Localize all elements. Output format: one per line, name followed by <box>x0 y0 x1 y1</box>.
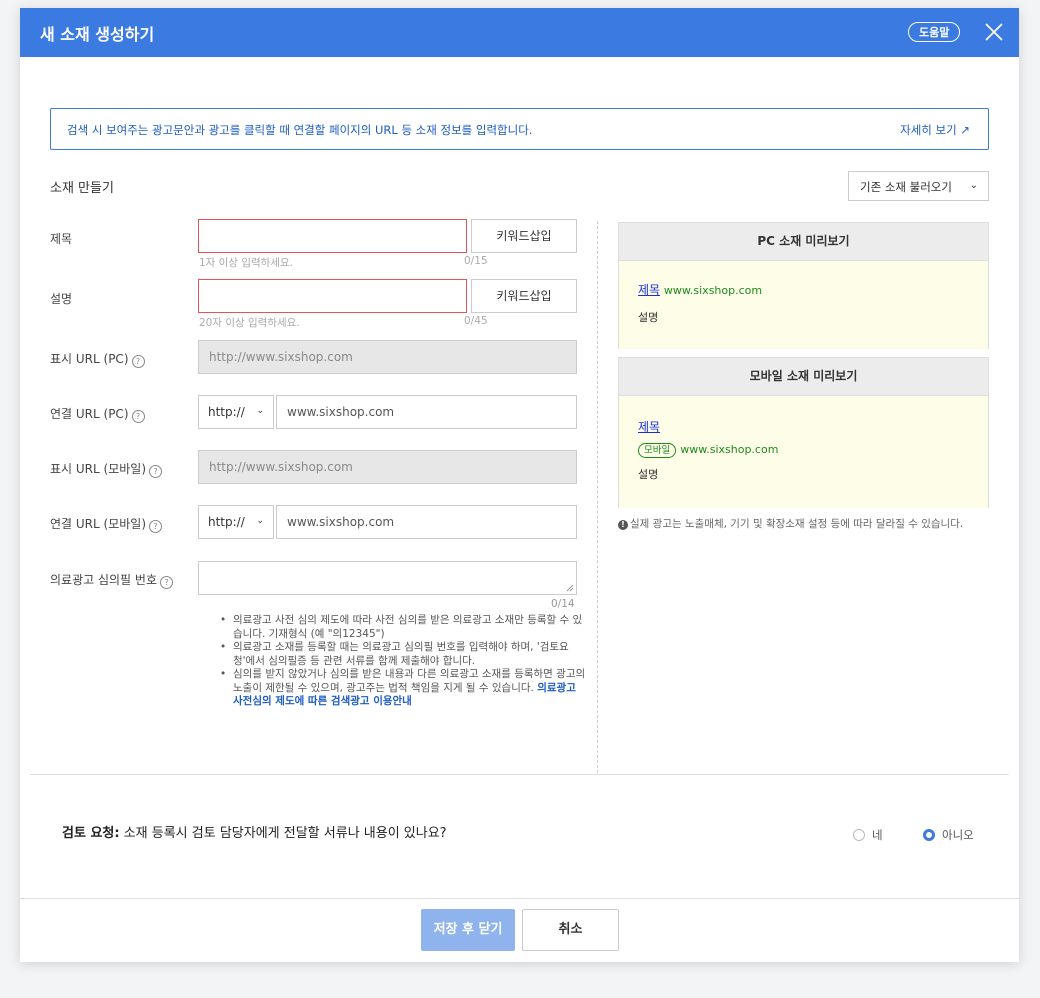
help-circle-icon[interactable]: ? <box>149 520 162 533</box>
description-count: 0/45 <box>464 315 488 327</box>
link-url-pc-protocol-select[interactable]: http:// ⌄ <box>198 395 274 429</box>
mobile-preview-panel: 모바일 소재 미리보기 제목 모바일 www.sixshop.com 설명 <box>618 357 989 508</box>
protocol-value: http:// <box>208 515 245 529</box>
preview-note: ! 실제 광고는 노출매체, 기기 및 확장소재 설정 등에 따라 달라질 수 있… <box>618 517 993 531</box>
link-url-pc-label-text: 연결 URL (PC) <box>50 407 129 421</box>
section-title: 소재 만들기 <box>50 181 114 196</box>
info-banner: 검색 시 보여주는 광고문안과 광고를 클릭할 때 연결할 페이지의 URL 등… <box>50 108 989 150</box>
learn-more-link[interactable]: 자세히 보기 ↗ <box>900 122 970 138</box>
title-label: 제목 <box>50 232 73 246</box>
pc-preview-description: 설명 <box>638 311 659 324</box>
radio-yes[interactable] <box>853 829 865 841</box>
link-url-mobile-protocol-select[interactable]: http:// ⌄ <box>198 505 274 539</box>
footer-divider <box>20 898 1019 899</box>
display-url-mobile-label: 표시 URL (모바일)? <box>50 460 162 478</box>
medical-number-count: 0/14 <box>551 598 575 610</box>
divider <box>30 774 1009 775</box>
preview-note-text: 실제 광고는 노출매체, 기기 및 확장소재 설정 등에 따라 달라질 수 있습… <box>630 518 964 530</box>
link-url-mobile-label: 연결 URL (모바일)? <box>50 515 162 533</box>
link-url-pc-label: 연결 URL (PC)? <box>50 405 145 423</box>
help-button[interactable]: 도움말 <box>908 22 961 42</box>
modal-header: 새 소재 생성하기 도움말 <box>20 8 1019 57</box>
review-label: 검토 요청: <box>62 826 120 841</box>
create-ad-modal: 새 소재 생성하기 도움말 검색 시 보여주는 광고문안과 광고를 클릭할 때 … <box>20 8 1019 962</box>
column-divider <box>597 221 598 773</box>
display-url-mobile-input: http://www.sixshop.com <box>198 450 577 484</box>
review-request: 검토 요청: 소재 등록시 검토 담당자에게 전달할 서류나 내용이 있나요? <box>62 822 447 841</box>
resize-handle-icon[interactable] <box>566 584 574 592</box>
description-input[interactable] <box>198 279 467 313</box>
chevron-down-icon: ⌄ <box>256 516 264 526</box>
pc-preview-header: PC 소재 미리보기 <box>619 223 988 261</box>
info-text: 검색 시 보여주는 광고문안과 광고를 클릭할 때 연결할 페이지의 URL 등… <box>67 123 533 137</box>
protocol-value: http:// <box>208 405 245 419</box>
list-item: 의료광고 사전 심의 제도에 따라 사전 심의를 받은 의료광고 소재만 등록할… <box>217 614 587 641</box>
pc-preview-title: 제목 <box>638 283 661 297</box>
list-item: 의료광고 소재를 등록할 때는 의료광고 심의필 번호를 입력해야 하며, '검… <box>217 641 587 668</box>
display-url-pc-input: http://www.sixshop.com <box>198 340 577 374</box>
import-existing-label: 기존 소재 불러오기 <box>860 180 952 194</box>
display-url-pc-label-text: 표시 URL (PC) <box>50 352 129 366</box>
display-url-mobile-label-text: 표시 URL (모바일) <box>50 462 146 476</box>
chevron-down-icon: ⌄ <box>969 180 978 191</box>
link-url-mobile-label-text: 연결 URL (모바일) <box>50 517 146 531</box>
mobile-preview-title: 제목 <box>638 420 661 434</box>
link-url-pc-input[interactable]: www.sixshop.com <box>276 395 577 429</box>
description-keyword-insert-button[interactable]: 키워드삽입 <box>471 279 577 313</box>
cancel-button[interactable]: 취소 <box>522 909 619 951</box>
chevron-down-icon: ⌄ <box>256 406 264 416</box>
medical-number-label-text: 의료광고 심의필 번호 <box>50 573 157 587</box>
description-label: 설명 <box>50 292 73 306</box>
medical-notice-list: 의료광고 사전 심의 제도에 따라 사전 심의를 받은 의료광고 소재만 등록할… <box>217 614 587 709</box>
medical-number-label: 의료광고 심의필 번호? <box>50 571 173 589</box>
exclamation-icon: ! <box>618 520 628 530</box>
radio-yes-label[interactable]: 네 <box>872 827 883 843</box>
title-hint: 1자 이상 입력하세요. <box>199 257 293 269</box>
pc-preview-url: www.sixshop.com <box>663 284 763 297</box>
save-and-close-button[interactable]: 저장 후 닫기 <box>421 909 515 951</box>
radio-no-label[interactable]: 아니오 <box>942 827 974 843</box>
list-item-text: 심의를 받지 않았거나 심의를 받은 내용과 다른 의료광고 소재를 등록하면 … <box>233 668 586 694</box>
help-circle-icon[interactable]: ? <box>160 576 173 589</box>
mobile-preview-header: 모바일 소재 미리보기 <box>619 358 988 396</box>
link-url-mobile-input[interactable]: www.sixshop.com <box>276 505 577 539</box>
mobile-preview-body: 제목 모바일 www.sixshop.com 설명 <box>619 396 988 508</box>
medical-number-textarea[interactable] <box>198 561 577 595</box>
help-circle-icon[interactable]: ? <box>131 355 145 368</box>
help-circle-icon[interactable]: ? <box>149 465 162 478</box>
title-count: 0/15 <box>464 255 488 267</box>
pc-preview-panel: PC 소재 미리보기 제목 www.sixshop.com 설명 <box>618 222 989 349</box>
mobile-preview-url: www.sixshop.com <box>680 443 779 456</box>
modal-title: 새 소재 생성하기 <box>40 25 155 44</box>
description-hint: 20자 이상 입력하세요. <box>199 317 300 329</box>
help-circle-icon[interactable]: ? <box>131 410 145 423</box>
pc-preview-body: 제목 www.sixshop.com 설명 <box>619 261 988 349</box>
title-keyword-insert-button[interactable]: 키워드삽입 <box>471 219 577 253</box>
list-item: 심의를 받지 않았거나 심의를 받은 내용과 다른 의료광고 소재를 등록하면 … <box>217 668 587 709</box>
display-url-pc-label: 표시 URL (PC)? <box>50 350 145 368</box>
radio-no[interactable] <box>923 829 935 841</box>
title-input[interactable] <box>198 219 467 253</box>
import-existing-select[interactable]: 기존 소재 불러오기 ⌄ <box>848 171 989 201</box>
review-question: 소재 등록시 검토 담당자에게 전달할 서류나 내용이 있나요? <box>119 826 447 841</box>
mobile-preview-description: 설명 <box>638 468 659 481</box>
mobile-badge: 모바일 <box>638 443 677 458</box>
close-icon[interactable] <box>984 22 1004 42</box>
